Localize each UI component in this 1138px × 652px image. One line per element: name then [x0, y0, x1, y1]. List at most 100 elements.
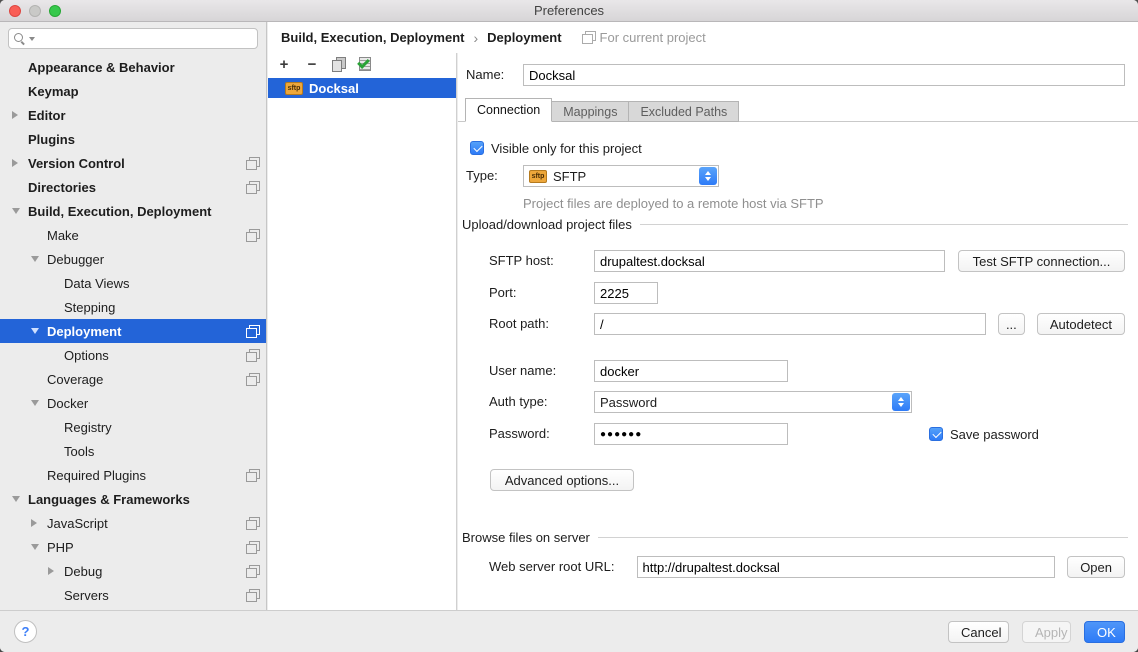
user-name-input[interactable]	[594, 360, 788, 382]
password-input[interactable]	[594, 423, 788, 445]
dialog-footer: ? Cancel Apply OK	[0, 610, 1138, 652]
expanded-arrow-icon	[31, 328, 47, 334]
test-sftp-connection-button[interactable]: Test SFTP connection...	[958, 250, 1125, 272]
sidebar-item-languages-frameworks[interactable]: Languages & Frameworks	[0, 487, 266, 511]
ok-button[interactable]: OK	[1084, 621, 1125, 643]
server-list-item-docksal[interactable]: sftp Docksal	[268, 78, 456, 98]
port-label: Port:	[489, 282, 594, 304]
sidebar-item-tools[interactable]: Tools	[0, 439, 266, 463]
sidebar-item-data-views[interactable]: Data Views	[0, 271, 266, 295]
sidebar-item-deployment-selected[interactable]: Deployment	[0, 319, 266, 343]
apply-button[interactable]: Apply	[1022, 621, 1071, 643]
expanded-arrow-icon	[31, 544, 47, 550]
settings-tree: Appearance & Behavior Keymap Editor Plug…	[0, 55, 266, 607]
tab-mappings[interactable]: Mappings	[551, 101, 629, 122]
dropdown-stepper-icon	[892, 393, 910, 411]
help-button[interactable]: ?	[14, 620, 37, 643]
root-path-label: Root path:	[489, 313, 594, 335]
sftp-type-icon: sftp	[285, 82, 303, 95]
search-input[interactable]	[35, 30, 257, 47]
save-password-label: Save password	[950, 427, 1039, 442]
project-scope-icon	[246, 157, 259, 170]
project-scope-icon	[246, 229, 259, 242]
checkbox-checked-icon	[929, 427, 943, 441]
sidebar-item-debugger[interactable]: Debugger	[0, 247, 266, 271]
tab-excluded-paths[interactable]: Excluded Paths	[628, 101, 739, 122]
project-scope-icon	[246, 181, 259, 194]
type-value: SFTP	[553, 169, 586, 184]
user-name-label: User name:	[489, 360, 594, 382]
tab-connection[interactable]: Connection	[465, 98, 552, 122]
project-scope-icon	[246, 469, 259, 482]
collapsed-arrow-icon	[31, 519, 47, 527]
sidebar-item-appearance-behavior[interactable]: Appearance & Behavior	[0, 55, 266, 79]
type-label: Type:	[466, 165, 523, 187]
name-label: Name:	[466, 64, 523, 86]
scope-label: For current project	[600, 30, 706, 45]
auth-type-dropdown[interactable]: Password	[594, 391, 912, 413]
sidebar-item-keymap[interactable]: Keymap	[0, 79, 266, 103]
sidebar-item-docker[interactable]: Docker	[0, 391, 266, 415]
autodetect-button[interactable]: Autodetect	[1037, 313, 1125, 335]
sftp-host-label: SFTP host:	[489, 250, 594, 272]
sidebar-item-javascript[interactable]: JavaScript	[0, 511, 266, 535]
visible-only-checkbox[interactable]: Visible only for this project	[470, 141, 642, 156]
expanded-arrow-icon	[31, 400, 47, 406]
sidebar-item-servers[interactable]: Servers	[0, 583, 266, 607]
sidebar-item-debug[interactable]: Debug	[0, 559, 266, 583]
sftp-host-input[interactable]	[594, 250, 945, 272]
password-label: Password:	[489, 423, 594, 445]
browse-root-path-button[interactable]: ...	[998, 313, 1025, 335]
preferences-window: Preferences Appearance & Behavior Keymap…	[0, 0, 1138, 652]
remove-server-button[interactable]: −	[304, 56, 320, 72]
sidebar-item-plugins[interactable]: Plugins	[0, 127, 266, 151]
add-server-button[interactable]: +	[276, 56, 292, 72]
sidebar-item-php[interactable]: PHP	[0, 535, 266, 559]
collapsed-arrow-icon	[12, 111, 28, 119]
visible-only-label: Visible only for this project	[491, 141, 642, 156]
upload-section-header: Upload/download project files	[462, 217, 1128, 232]
search-box[interactable]	[8, 28, 258, 49]
use-as-default-button[interactable]	[357, 57, 371, 71]
project-scope-icon	[246, 541, 259, 554]
sidebar-item-required-plugins[interactable]: Required Plugins	[0, 463, 266, 487]
cancel-button[interactable]: Cancel	[948, 621, 1009, 643]
sidebar-item-editor[interactable]: Editor	[0, 103, 266, 127]
type-hint: Project files are deployed to a remote h…	[523, 196, 824, 211]
project-scope-icon	[246, 349, 259, 362]
expanded-arrow-icon	[12, 208, 28, 214]
advanced-options-button[interactable]: Advanced options...	[490, 469, 634, 491]
save-password-checkbox[interactable]: Save password	[929, 427, 1039, 442]
project-scope-icon	[246, 325, 259, 338]
breadcrumb-separator-icon: ›	[473, 30, 478, 46]
open-url-button[interactable]: Open	[1067, 556, 1125, 578]
search-icon	[14, 33, 26, 45]
sidebar-item-options[interactable]: Options	[0, 343, 266, 367]
window-title: Preferences	[0, 0, 1138, 22]
name-input[interactable]	[523, 64, 1125, 86]
auth-type-value: Password	[600, 395, 657, 410]
sidebar-item-make[interactable]: Make	[0, 223, 266, 247]
sidebar-item-stepping[interactable]: Stepping	[0, 295, 266, 319]
web-root-input[interactable]	[637, 556, 1056, 578]
breadcrumb: Build, Execution, Deployment › Deploymen…	[268, 22, 1138, 53]
sidebar-item-registry[interactable]: Registry	[0, 415, 266, 439]
collapsed-arrow-icon	[48, 567, 64, 575]
project-scope-icon	[246, 517, 259, 530]
sidebar-item-build-execution-deployment[interactable]: Build, Execution, Deployment	[0, 199, 266, 223]
sidebar-item-version-control[interactable]: Version Control	[0, 151, 266, 175]
root-path-input[interactable]	[594, 313, 986, 335]
auth-type-label: Auth type:	[489, 391, 594, 413]
type-dropdown[interactable]: sftp SFTP	[523, 165, 719, 187]
server-name: Docksal	[309, 81, 359, 96]
breadcrumb-parent: Build, Execution, Deployment	[281, 30, 464, 45]
sidebar-item-coverage[interactable]: Coverage	[0, 367, 266, 391]
servers-toolbar: + −	[268, 53, 456, 75]
sidebar-item-directories[interactable]: Directories	[0, 175, 266, 199]
copy-server-button[interactable]	[332, 57, 345, 71]
breadcrumb-current: Deployment	[487, 30, 561, 45]
port-input[interactable]	[594, 282, 658, 304]
tab-bar: Connection Mappings Excluded Paths	[465, 98, 739, 122]
scope-indicator: For current project	[582, 30, 706, 45]
project-scope-icon	[246, 589, 259, 602]
